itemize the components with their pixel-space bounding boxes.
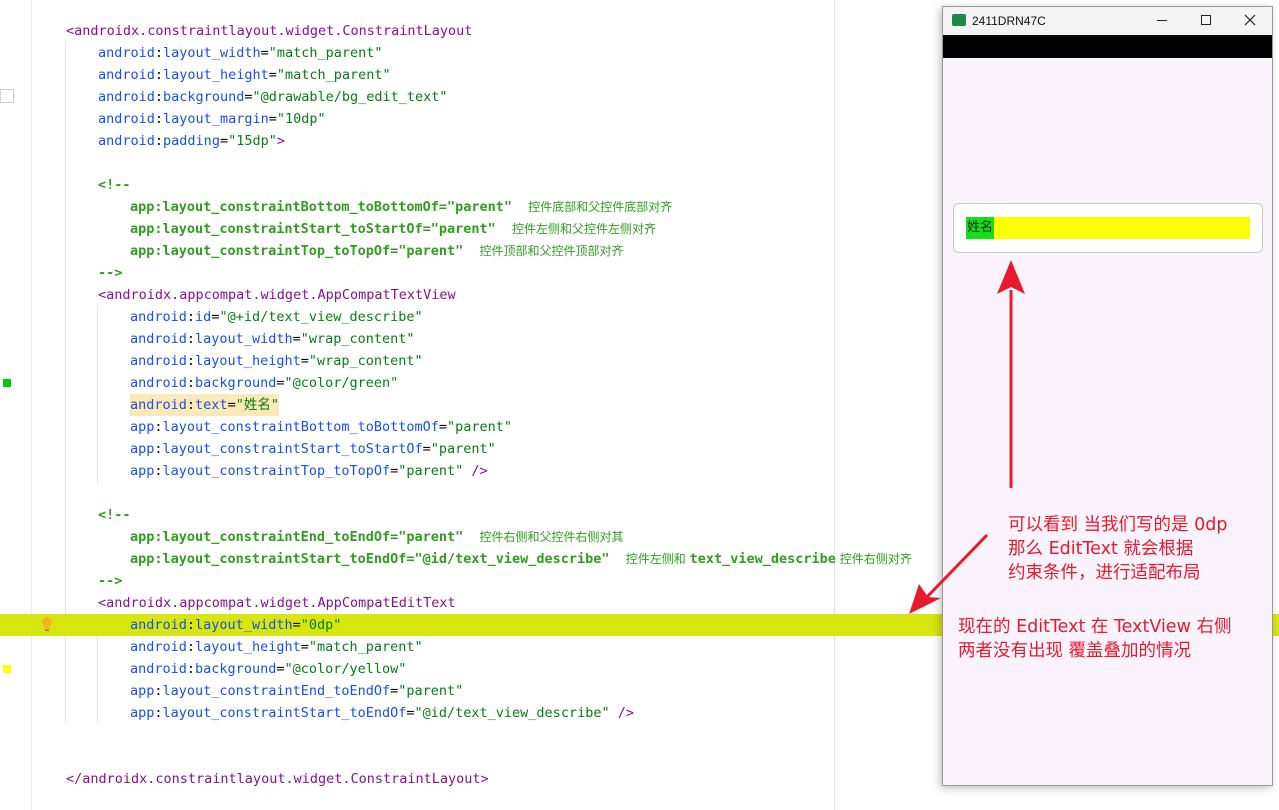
up-arrow xyxy=(997,260,1025,488)
annotation-arrows xyxy=(909,260,1025,614)
diagonal-arrow xyxy=(909,533,989,614)
annotation-note-top: 可以看到 当我们写的是 0dp 那么 EditText 就会根据 约束条件，进行… xyxy=(1008,515,1228,583)
annotation-note-bottom: 现在的 EditText 在 TextView 右侧 两者没有出现 覆盖叠加的情… xyxy=(958,617,1232,661)
